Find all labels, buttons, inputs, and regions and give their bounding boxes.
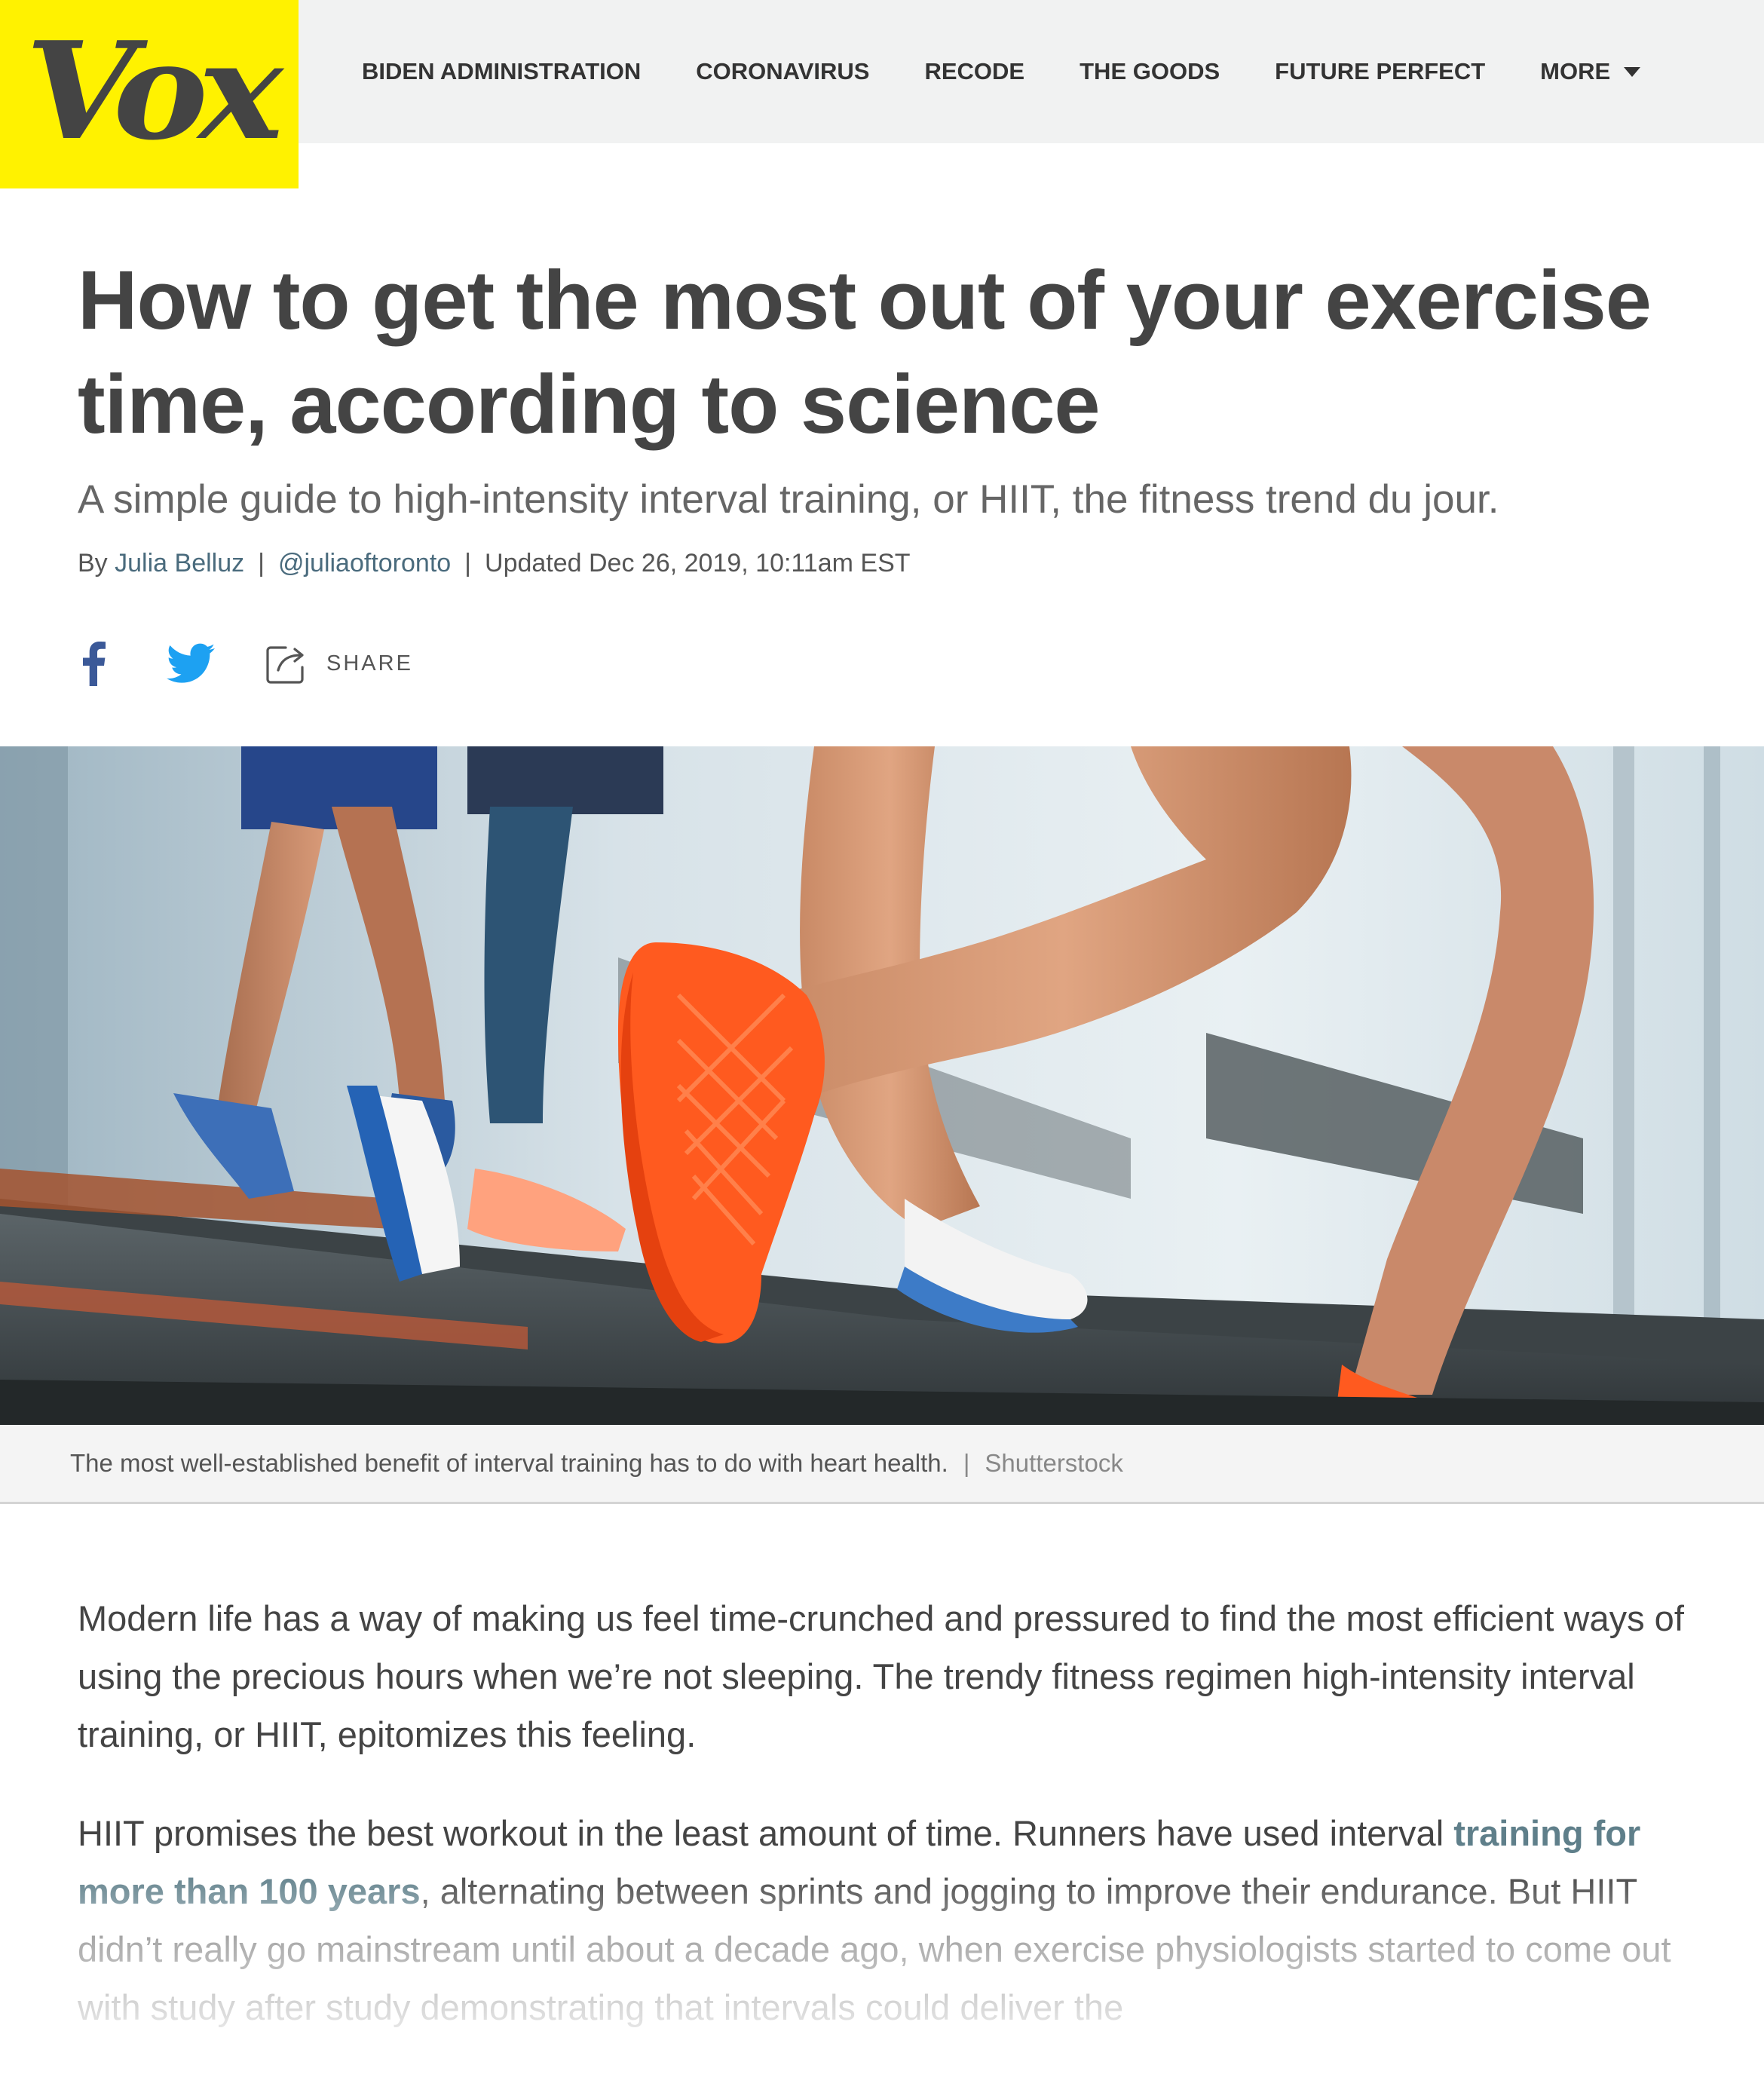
share-button[interactable]: SHARE [263,640,413,687]
author-twitter-handle[interactable]: @juliaoftoronto [278,549,451,578]
byline-by: By [78,548,108,577]
share-label: SHARE [326,651,413,676]
image-caption: The most well-established benefit of int… [70,1425,1123,1502]
nav-item-label: MORE [1540,58,1611,84]
nav-item-label: RECODE [924,58,1025,84]
caption-divider: | [963,1449,970,1477]
facebook-icon[interactable] [78,641,108,686]
paragraph-text: HIIT promises the best workout in the le… [78,1813,1454,1853]
logo-wordmark: Vox [25,12,283,170]
share-row: SHARE [78,633,413,694]
twitter-icon[interactable] [167,642,215,685]
nav-item-future-perfect[interactable]: FUTURE PERFECT [1275,58,1485,85]
byline: By Julia Belluz | @juliaoftoronto | Upda… [78,544,911,582]
nav-item-more[interactable]: MORE [1540,58,1641,85]
article-title: How to get the most out of your exercise… [78,254,1652,451]
nav-item-coronavirus[interactable]: CORONAVIRUS [696,58,869,85]
updated-timestamp: Updated Dec 26, 2019, 10:11am EST [485,548,911,577]
caption-text: The most well-established benefit of int… [70,1449,948,1477]
main-nav: BIDEN ADMINISTRATION CORONAVIRUS RECODE … [362,0,1641,143]
nav-item-the-goods[interactable]: THE GOODS [1080,58,1220,85]
body-paragraph: Modern life has a way of making us feel … [78,1598,1684,1754]
hero-image [0,746,1764,1425]
share-icon [266,646,304,684]
nav-item-label: CORONAVIRUS [696,58,870,84]
author-link[interactable]: Julia Belluz [115,549,244,578]
caret-down-icon [1624,66,1641,77]
treadmill-runners-photo [0,746,1764,1425]
article-dek: A simple guide to high-intensity interva… [78,477,1499,522]
byline-divider: | [464,548,472,577]
nav-item-biden-administration[interactable]: BIDEN ADMINISTRATION [362,58,641,85]
body-paragraph: HIIT promises the best workout in the le… [78,1804,1706,2036]
image-caption-bar: The most well-established benefit of int… [0,1425,1764,1504]
nav-item-label: BIDEN ADMINISTRATION [362,58,642,84]
vox-logo[interactable]: Vox [0,0,299,188]
nav-item-label: THE GOODS [1080,58,1220,84]
nav-item-label: FUTURE PERFECT [1275,58,1486,84]
nav-item-recode[interactable]: RECODE [924,58,1024,85]
image-credit: Shutterstock [985,1449,1123,1477]
byline-divider: | [258,548,265,577]
